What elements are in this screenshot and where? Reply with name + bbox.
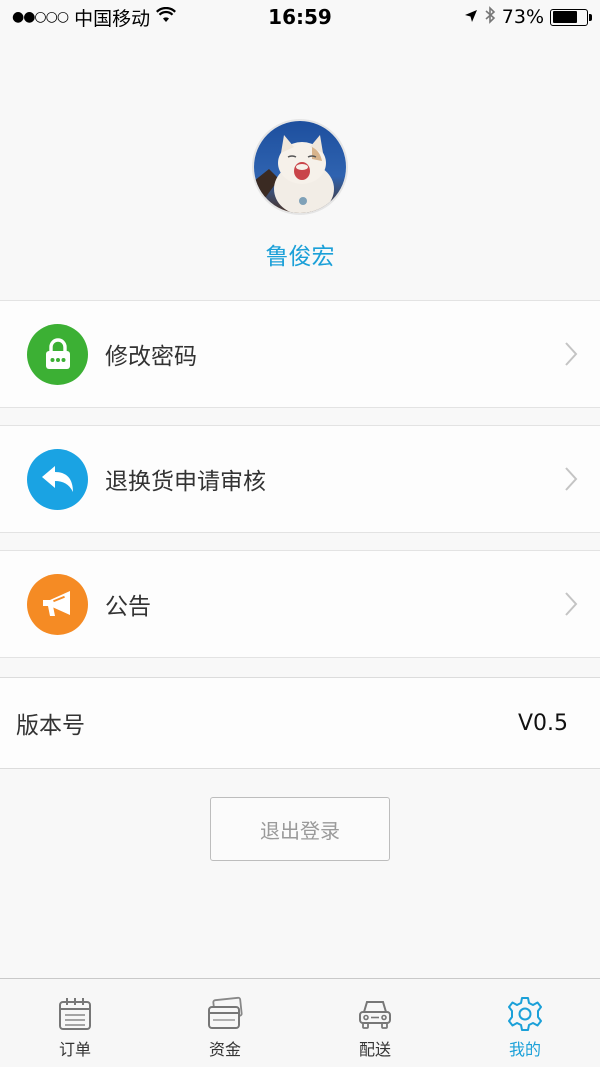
tab-label: 订单 xyxy=(58,1040,91,1059)
battery-percentage: 73% xyxy=(501,6,544,28)
chevron-right-icon xyxy=(565,592,578,616)
chevron-right-icon xyxy=(565,342,578,366)
avatar[interactable] xyxy=(252,119,348,215)
menu-item-label: 公告 xyxy=(105,594,151,620)
tab-label: 配送 xyxy=(358,1040,391,1059)
tab-delivery[interactable]: 配送 xyxy=(300,979,450,1067)
logout-button[interactable]: 退出登录 xyxy=(210,797,390,861)
version-value: V0.5 xyxy=(517,710,568,736)
location-arrow-icon xyxy=(464,6,478,28)
tab-funds[interactable]: 资金 xyxy=(150,979,300,1067)
car-icon xyxy=(359,1001,391,1029)
tab-label: 我的 xyxy=(508,1040,541,1059)
reply-arrow-icon xyxy=(27,448,88,510)
profile-header: 鲁俊宏 xyxy=(0,34,600,300)
version-label: 版本号 xyxy=(16,713,85,739)
status-left: ●●○○○ 中国移动 xyxy=(12,4,177,31)
menu-item-label: 退换货申请审核 xyxy=(105,469,266,495)
card-icon xyxy=(208,996,243,1029)
menu-item-return-review[interactable]: 退换货申请审核 xyxy=(0,425,600,533)
avatar-cat-image xyxy=(254,121,346,213)
status-right: 73% xyxy=(464,5,592,29)
tab-mine[interactable]: 我的 xyxy=(450,979,600,1067)
battery-icon xyxy=(550,8,592,26)
tab-label: 资金 xyxy=(208,1040,241,1059)
menu-item-label: 修改密码 xyxy=(105,344,197,370)
chevron-right-icon xyxy=(565,467,578,491)
tab-bar: 订单 资金 配送 我的 xyxy=(0,978,600,1067)
menu-item-change-password[interactable]: 修改密码 xyxy=(0,300,600,408)
status-bar: ●●○○○ 中国移动 16:59 73% xyxy=(0,0,600,34)
gear-icon xyxy=(508,997,542,1031)
tab-orders[interactable]: 订单 xyxy=(0,979,150,1067)
calendar-icon xyxy=(59,998,91,1030)
lock-icon xyxy=(27,323,88,385)
user-name: 鲁俊宏 xyxy=(265,244,335,270)
signal-strength-icon: ●●○○○ xyxy=(12,9,69,25)
carrier-name: 中国移动 xyxy=(74,7,151,30)
menu-item-announcements[interactable]: 公告 xyxy=(0,550,600,658)
version-row: 版本号 V0.5 xyxy=(0,677,600,769)
wifi-icon xyxy=(156,6,177,28)
megaphone-icon xyxy=(27,573,88,635)
battery-fill xyxy=(552,11,577,23)
bluetooth-icon xyxy=(484,5,496,29)
